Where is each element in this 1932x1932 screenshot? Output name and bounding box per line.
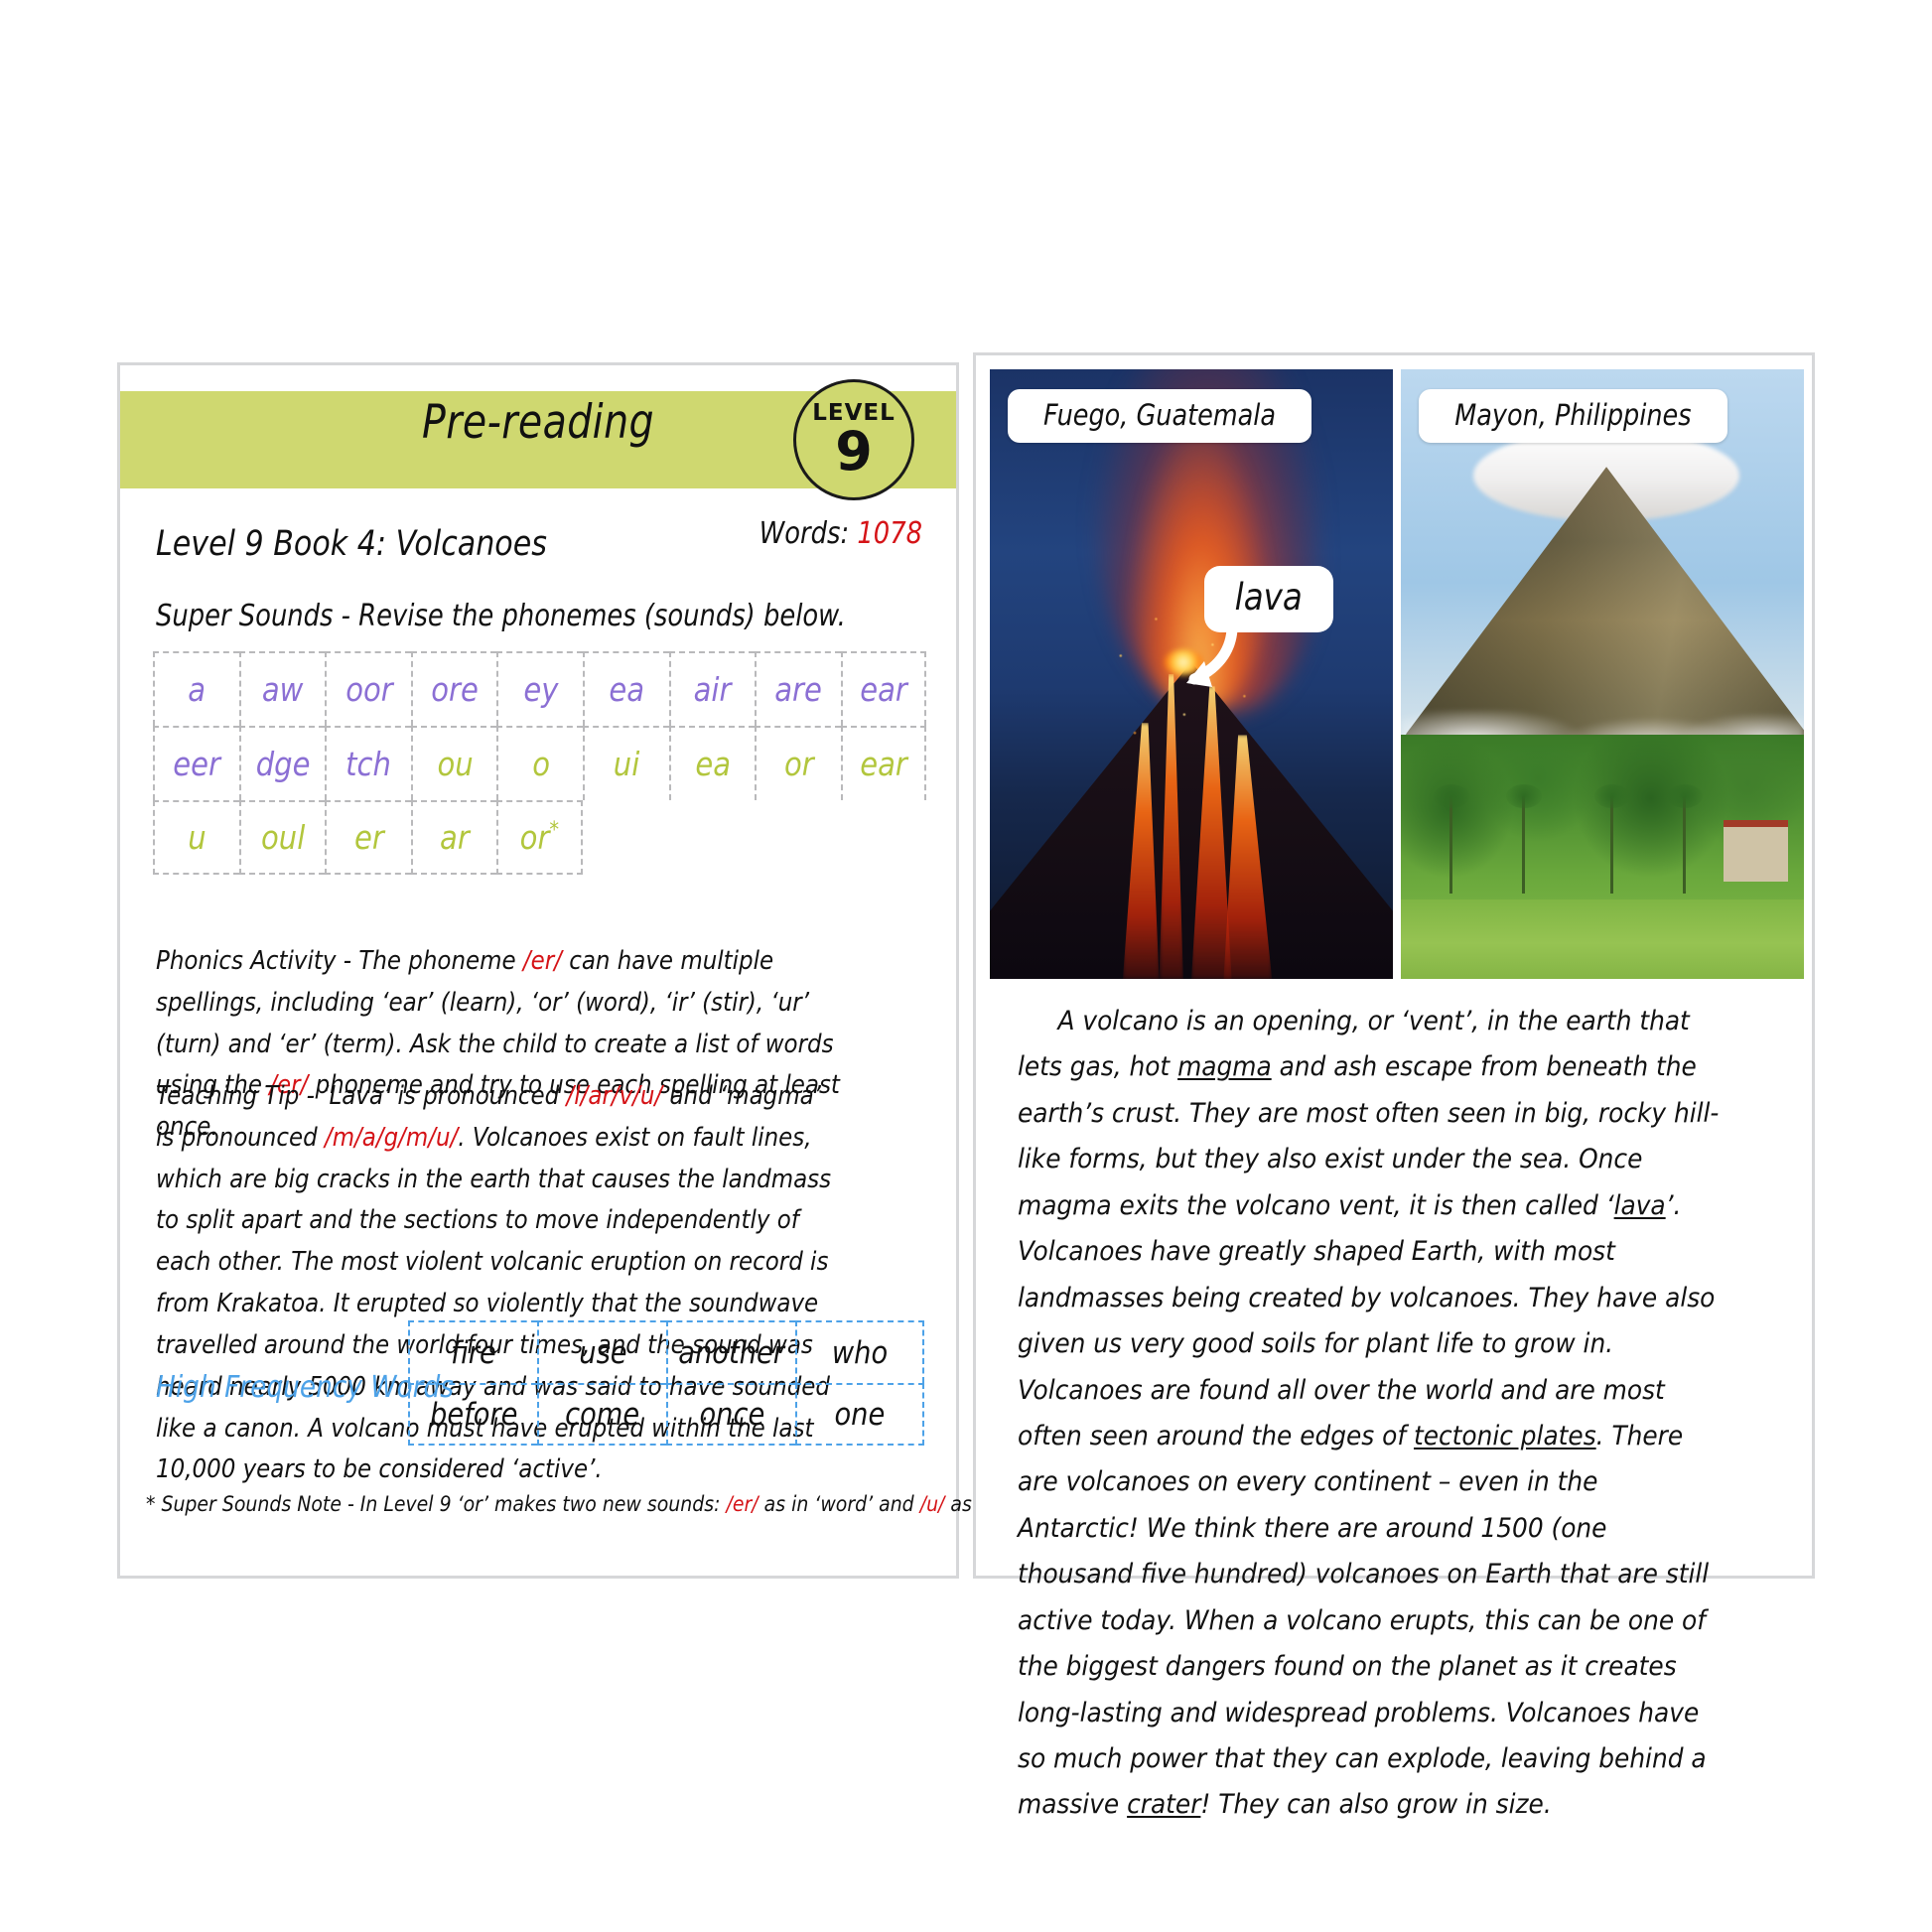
phoneme-cell: a	[153, 651, 239, 726]
glossary-term-magma: magma	[1177, 1051, 1272, 1083]
lava-callout-label: lava	[1204, 566, 1333, 632]
phoneme-cell: ar	[410, 800, 497, 875]
phoneme-cell: er	[325, 800, 411, 875]
phoneme-inline: /m/a/g/m/u/	[324, 1122, 459, 1153]
word-count: Words: 1078	[759, 516, 922, 551]
super-sounds-footnote: * Super Sounds Note - In Level 9 ‘or’ ma…	[146, 1492, 1079, 1516]
phoneme-cell: ea	[668, 726, 756, 800]
phoneme-cell: tch	[325, 726, 411, 800]
hfw-cell: fire	[408, 1320, 537, 1383]
glossary-term-tectonic-plates: tectonic plates	[1413, 1420, 1596, 1451]
phoneme-cell: ore	[410, 651, 497, 726]
phoneme-cell: are	[755, 651, 841, 726]
hfw-cell: one	[795, 1383, 924, 1446]
palm-tree	[1505, 783, 1542, 895]
phoneme-row: a aw oor ore ey ea air are ear	[153, 651, 927, 726]
phoneme-table: a aw oor ore ey ea air are ear eer dge t…	[153, 651, 927, 875]
phoneme-cell: or	[755, 726, 841, 800]
level-badge-number: 9	[835, 419, 873, 483]
level-badge: LEVEL 9	[793, 379, 914, 500]
phoneme-row: u oul er ar or*	[153, 800, 927, 875]
phoneme-cell: ear	[840, 651, 927, 726]
phoneme-inline: /er/	[522, 946, 562, 976]
super-sounds-instruction: Super Sounds - Revise the phonemes (soun…	[156, 599, 846, 633]
phoneme-inline: /l/ar/v/u/	[566, 1081, 663, 1111]
hfw-row: before come once one	[408, 1383, 924, 1446]
high-frequency-words-table: fire use another who before come once on…	[408, 1320, 924, 1446]
farm-house	[1723, 819, 1788, 882]
left-page-card: Pre-reading LEVEL 9 Words: 1078 Level 9 …	[117, 362, 1079, 1579]
phoneme-cell: ey	[496, 651, 583, 726]
phoneme-cell: ou	[410, 726, 497, 800]
glossary-term-lava: lava	[1613, 1189, 1666, 1221]
phoneme-cell: ear	[840, 726, 927, 800]
phoneme-cell: air	[668, 651, 756, 726]
hfw-cell: come	[537, 1383, 666, 1446]
palm-tree	[1433, 783, 1469, 895]
hfw-cell: before	[408, 1383, 537, 1446]
page-title: Pre-reading	[421, 395, 655, 450]
photo-caption-mayon: Mayon, Philippines	[1419, 389, 1727, 443]
photo-mayon-philippines: Mayon, Philippines	[1401, 369, 1804, 979]
palm-tree	[1667, 783, 1704, 895]
phoneme-cell: eer	[153, 726, 239, 800]
book-title: Level 9 Book 4: Volcanoes	[156, 524, 547, 564]
phoneme-inline: /u/	[919, 1492, 945, 1516]
worksheet-spread: Pre-reading LEVEL 9 Words: 1078 Level 9 …	[0, 0, 1932, 1932]
phoneme-inline: /er/	[726, 1492, 759, 1516]
phoneme-cell: oor	[325, 651, 411, 726]
photo-row: Fuego, Guatemala lava Mayon, Philippines	[990, 369, 1804, 979]
right-page-card: Fuego, Guatemala lava Mayon, Philippines…	[973, 352, 1815, 1820]
phoneme-cell: dge	[238, 726, 326, 800]
photo-caption-fuego: Fuego, Guatemala	[1008, 389, 1311, 443]
phoneme-cell: u	[153, 800, 239, 875]
phoneme-cell-starred: or*	[496, 800, 583, 875]
palm-tree	[1594, 783, 1631, 895]
hfw-cell: once	[666, 1383, 795, 1446]
phoneme-cell: ui	[582, 726, 669, 800]
hfw-cell: use	[537, 1320, 666, 1383]
glossary-term-crater: crater	[1127, 1789, 1201, 1821]
hfw-row: fire use another who	[408, 1320, 924, 1383]
phoneme-cell: ea	[582, 651, 669, 726]
word-count-value: 1078	[857, 516, 922, 551]
asterisk-marker: *	[549, 818, 560, 843]
phoneme-row: eer dge tch ou o ui ea or ear	[153, 726, 927, 800]
hfw-cell: another	[666, 1320, 795, 1383]
word-count-label: Words:	[759, 516, 858, 551]
hfw-cell: who	[795, 1320, 924, 1383]
phoneme-cell: oul	[238, 800, 326, 875]
reading-passage: A volcano is an opening, or ‘vent’, in t…	[1018, 1006, 1720, 1821]
photo-fuego-guatemala: Fuego, Guatemala lava	[990, 369, 1393, 979]
phoneme-cell: aw	[238, 651, 326, 726]
phoneme-cell: o	[496, 726, 583, 800]
grass-field	[1401, 899, 1804, 979]
